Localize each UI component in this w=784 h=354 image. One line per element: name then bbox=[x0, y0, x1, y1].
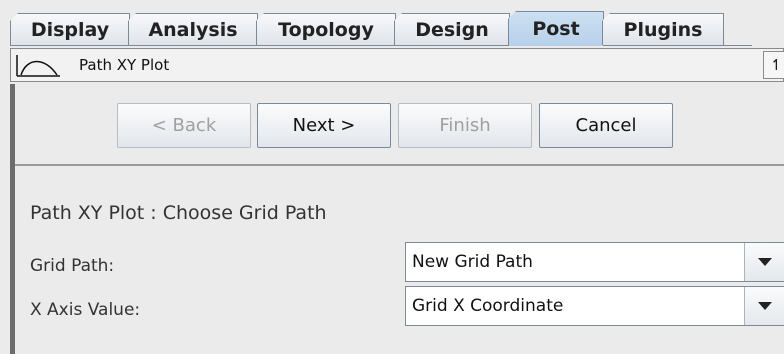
next-button[interactable]: Next > bbox=[257, 103, 391, 148]
step-title: Path XY Plot : Choose Grid Path bbox=[30, 202, 327, 224]
grid-path-label: Grid Path: bbox=[30, 256, 115, 276]
x-axis-value-label: X Axis Value: bbox=[30, 300, 141, 320]
tab-bar: Display Analysis Topology Design Post Pl… bbox=[0, 0, 784, 46]
panel-title: Path XY Plot bbox=[79, 56, 170, 74]
grid-path-select[interactable]: New Grid Path bbox=[405, 242, 784, 282]
tab-bar-divider bbox=[10, 45, 752, 46]
wizard-button-bar: < Back Next > Finish Cancel bbox=[15, 84, 784, 166]
tab-design[interactable]: Design bbox=[394, 13, 510, 45]
chevron-down-icon[interactable] bbox=[744, 243, 784, 281]
curve-plot-icon bbox=[16, 55, 60, 77]
panel-header: Path XY Plot ↿ Up bbox=[10, 48, 784, 82]
tab-analysis[interactable]: Analysis bbox=[128, 13, 258, 45]
up-arrow-icon: ↿ bbox=[770, 56, 783, 74]
finish-button[interactable]: Finish bbox=[398, 103, 532, 148]
grid-path-value: New Grid Path bbox=[412, 252, 533, 272]
tab-display[interactable]: Display bbox=[10, 13, 130, 45]
cancel-button[interactable]: Cancel bbox=[539, 103, 673, 148]
up-button[interactable]: ↿ Up bbox=[763, 51, 784, 79]
x-axis-value-value: Grid X Coordinate bbox=[412, 296, 564, 316]
x-axis-value-select[interactable]: Grid X Coordinate bbox=[405, 286, 784, 326]
chevron-down-icon[interactable] bbox=[744, 287, 784, 325]
back-button[interactable]: < Back bbox=[117, 103, 251, 148]
tab-post[interactable]: Post bbox=[508, 11, 604, 46]
wizard-panel: < Back Next > Finish Cancel Path XY Plot… bbox=[10, 84, 784, 354]
tab-plugins[interactable]: Plugins bbox=[602, 13, 724, 45]
tab-topology[interactable]: Topology bbox=[256, 13, 396, 45]
